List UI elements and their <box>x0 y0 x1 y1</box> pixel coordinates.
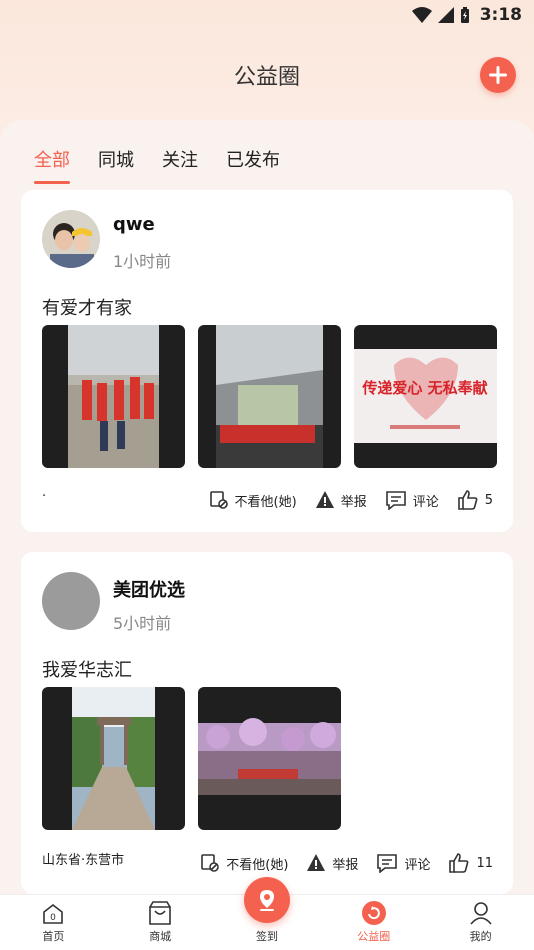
like-button[interactable]: 11 <box>448 852 493 874</box>
username[interactable]: 美团优选 <box>113 576 185 602</box>
comment-button[interactable]: 评论 <box>376 853 430 873</box>
comment-icon <box>377 854 398 873</box>
post-image[interactable]: 传递爱心 无私奉献 <box>354 325 497 468</box>
avatar[interactable] <box>42 572 100 630</box>
nav-charity-circle-label: 公益圈 <box>357 930 391 943</box>
comment-icon <box>385 491 406 510</box>
comment-button[interactable]: 评论 <box>385 490 439 510</box>
post-card[interactable]: qwe 1小时前 有爱才有家 传递爱心 无私奉献 . 不看他(她) 举报 评论 … <box>21 190 513 532</box>
nav-home[interactable]: 0 首页 <box>0 895 107 950</box>
post-image[interactable] <box>42 325 185 468</box>
nav-checkin[interactable]: 签到 <box>214 877 321 950</box>
hide-icon <box>209 491 228 509</box>
nav-mall-label: 商城 <box>149 930 172 943</box>
report-button[interactable]: 举报 <box>306 853 358 873</box>
battery-icon <box>460 7 469 23</box>
home-icon: 0 <box>43 903 64 924</box>
tab-published[interactable]: 已发布 <box>226 146 280 184</box>
status-time: 3:18 <box>479 5 522 25</box>
thumbs-up-icon <box>449 853 469 873</box>
post-image[interactable] <box>42 687 185 830</box>
tab-same-city[interactable]: 同城 <box>98 146 134 184</box>
post-actions: 不看他(她) 举报 评论 11 <box>200 852 493 874</box>
post-text: 有爱才有家 <box>42 298 132 319</box>
nav-mall[interactable]: 商城 <box>107 895 214 950</box>
post-card[interactable]: 美团优选 5小时前 我爱华志汇 山东省·东营市 不看他(她) 举报 评论 11 <box>21 552 513 894</box>
wifi-icon <box>411 7 432 23</box>
hide-user-label: 不看他(她) <box>234 494 297 510</box>
bottom-nav: 0 首页 商城 签到 公益圈 我的 <box>0 877 534 950</box>
thumbs-up-icon <box>457 490 478 510</box>
page-header: 公益圈 <box>0 50 534 100</box>
nav-home-label: 首页 <box>42 930 65 943</box>
post-actions: 不看他(她) 举报 评论 5 <box>209 489 493 511</box>
like-button[interactable]: 5 <box>457 489 493 511</box>
user-icon <box>469 902 492 925</box>
username[interactable]: qwe <box>113 214 155 235</box>
report-label: 举报 <box>340 494 367 510</box>
like-count: 5 <box>484 492 493 508</box>
post-time: 5小时前 <box>113 614 172 633</box>
svg-text:0: 0 <box>51 913 57 923</box>
like-count: 11 <box>476 855 493 871</box>
avatar[interactable] <box>42 210 100 268</box>
status-bar: 3:18 <box>0 0 534 30</box>
post-images <box>42 687 341 830</box>
post-text: 我爱华志汇 <box>42 660 132 681</box>
tab-all[interactable]: 全部 <box>34 146 70 184</box>
post-image[interactable] <box>198 687 341 830</box>
warning-icon <box>315 491 334 508</box>
signal-icon <box>437 7 454 23</box>
report-label: 举报 <box>332 857 359 873</box>
post-location: . <box>42 485 47 500</box>
nav-mine[interactable]: 我的 <box>427 895 534 950</box>
page-title: 公益圈 <box>233 65 300 90</box>
shopping-bag-icon <box>149 901 171 925</box>
comment-label: 评论 <box>412 494 439 510</box>
hide-user-label: 不看他(她) <box>226 857 289 873</box>
circle-refresh-icon <box>361 901 386 925</box>
warning-icon <box>307 854 326 871</box>
plus-icon <box>489 66 507 84</box>
hide-user-button[interactable]: 不看他(她) <box>209 490 297 510</box>
main-content: 全部 同城 关注 已发布 qwe 1小时前 有爱才有家 传递爱心 无私奉献 . … <box>0 120 534 894</box>
post-images: 传递爱心 无私奉献 <box>42 325 497 468</box>
post-image[interactable] <box>198 325 341 468</box>
nav-checkin-label: 签到 <box>255 930 278 943</box>
hide-user-button[interactable]: 不看他(她) <box>200 853 288 873</box>
nav-mine-label: 我的 <box>469 930 492 943</box>
hide-icon <box>201 854 220 872</box>
post-time: 1小时前 <box>113 252 172 271</box>
post-location: 山东省·东营市 <box>42 853 125 868</box>
nav-charity-circle[interactable]: 公益圈 <box>320 895 427 950</box>
banner-text: 传递爱心 无私奉献 <box>361 379 487 397</box>
add-post-button[interactable] <box>480 57 516 93</box>
tab-bar: 全部 同城 关注 已发布 <box>34 146 280 184</box>
tab-following[interactable]: 关注 <box>162 146 198 184</box>
report-button[interactable]: 举报 <box>315 490 367 510</box>
comment-label: 评论 <box>404 857 431 873</box>
checkin-button[interactable] <box>243 877 290 923</box>
location-pin-icon <box>259 890 274 911</box>
